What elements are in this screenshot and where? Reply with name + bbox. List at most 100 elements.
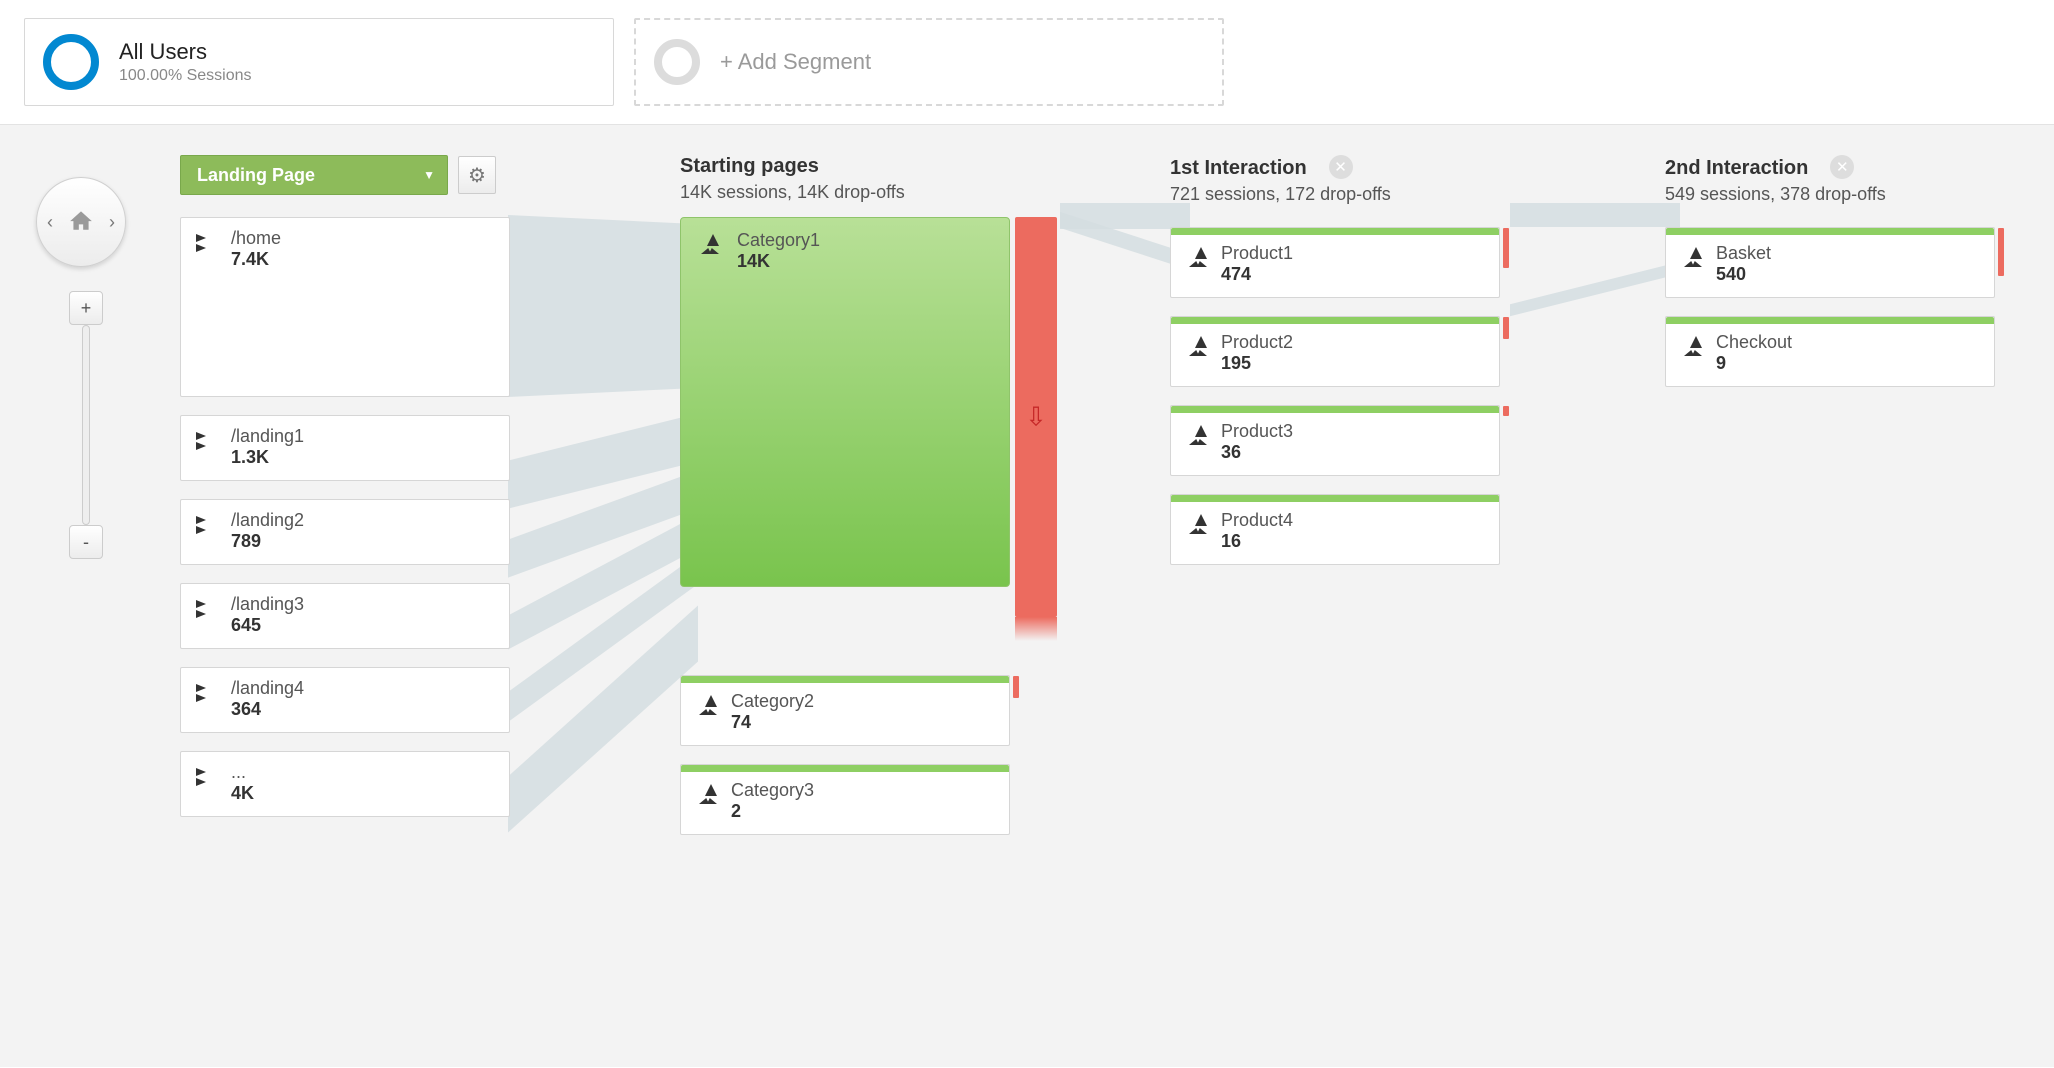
node-label: Category1: [737, 230, 820, 251]
node-label: Checkout: [1716, 332, 1792, 353]
flow-node[interactable]: /landing1 1.3K: [180, 415, 510, 481]
node-value: 789: [231, 531, 304, 552]
node-throughput-bar: [681, 765, 1009, 772]
node-value: 195: [1221, 353, 1293, 374]
nav-next-button[interactable]: ›: [109, 212, 115, 233]
dropoff-bar: [1503, 317, 1509, 339]
home-icon[interactable]: [68, 207, 94, 238]
dropoff-bar: [1503, 228, 1509, 268]
flow-node[interactable]: Product3 36: [1170, 405, 1500, 476]
node-value: 364: [231, 699, 304, 720]
node-throughput-bar: [1171, 228, 1499, 235]
nav-prev-button[interactable]: ‹: [47, 212, 53, 233]
page-icon: [1185, 512, 1211, 538]
flow-node[interactable]: Product2 195: [1170, 316, 1500, 387]
source-icon: [195, 512, 221, 538]
node-label: Basket: [1716, 243, 1771, 264]
dropoff-bar: [1013, 676, 1019, 698]
flow-node[interactable]: /landing2 789: [180, 499, 510, 565]
column-close-button[interactable]: ✕: [1329, 155, 1353, 179]
node-label: ...: [231, 762, 254, 783]
node-value: 474: [1221, 264, 1293, 285]
node-label: /landing3: [231, 594, 304, 615]
page-icon: [695, 782, 721, 808]
flow-node[interactable]: /landing4 364: [180, 667, 510, 733]
node-label: Category2: [731, 691, 814, 712]
segment-bar: All Users 100.00% Sessions + Add Segment: [0, 0, 2054, 125]
node-value: 540: [1716, 264, 1771, 285]
node-value: 9: [1716, 353, 1792, 374]
dropoff-bar: ⇩: [1015, 217, 1057, 617]
source-icon: [195, 428, 221, 454]
column-close-button[interactable]: ✕: [1830, 155, 1854, 179]
dropoff-bar: [1503, 406, 1509, 416]
node-label: Product3: [1221, 421, 1293, 442]
flow-node[interactable]: Checkout 9: [1665, 316, 1995, 387]
node-value: 74: [731, 712, 814, 733]
flow-ribbon: [508, 215, 698, 397]
segment-circle-icon: [43, 34, 99, 90]
column-title: 1st Interaction: [1170, 157, 1307, 179]
node-label: /home: [231, 228, 281, 249]
dropoff-arrow-icon: ⇩: [1025, 402, 1047, 433]
node-label: /landing1: [231, 426, 304, 447]
node-value: 645: [231, 615, 304, 636]
node-value: 4K: [231, 783, 254, 804]
nav-control: ‹ ›: [36, 177, 126, 267]
node-value: 14K: [737, 251, 820, 272]
page-icon: [695, 693, 721, 719]
node-label: Product1: [1221, 243, 1293, 264]
node-label: Category3: [731, 780, 814, 801]
flow-node[interactable]: ... 4K: [180, 751, 510, 817]
source-icon: [195, 764, 221, 790]
segment-all-users[interactable]: All Users 100.00% Sessions: [24, 18, 614, 106]
page-icon: [1185, 334, 1211, 360]
flow-ribbon: [1510, 262, 1680, 316]
flow-node[interactable]: /landing3 645: [180, 583, 510, 649]
flow-node[interactable]: Category3 2: [680, 764, 1010, 835]
node-label: Product2: [1221, 332, 1293, 353]
zoom-slider[interactable]: [82, 325, 90, 525]
column-landing: Landing Page ▼ ⚙ /home 7.4K /landing1 1: [180, 155, 530, 835]
page-icon: [1185, 245, 1211, 271]
dimension-dropdown[interactable]: Landing Page ▼: [180, 155, 448, 195]
node-label: /landing4: [231, 678, 304, 699]
flow-node[interactable]: Product4 16: [1170, 494, 1500, 565]
node-throughput-bar: [1171, 495, 1499, 502]
zoom-in-button[interactable]: +: [69, 291, 103, 325]
flow-node[interactable]: Category2 74: [680, 675, 1010, 746]
flow-node[interactable]: Basket 540: [1665, 227, 1995, 298]
flow-canvas: ‹ › + - Landing Page ▼: [0, 125, 2054, 1067]
add-segment-label: + Add Segment: [720, 49, 871, 75]
node-value: 36: [1221, 442, 1293, 463]
settings-button[interactable]: ⚙: [458, 156, 496, 194]
flow-node[interactable]: /home 7.4K: [180, 217, 510, 397]
segment-subtitle: 100.00% Sessions: [119, 67, 252, 85]
column-title: 2nd Interaction: [1665, 157, 1808, 179]
column-title: Starting pages: [680, 155, 819, 177]
column-subtitle: 549 sessions, 378 drop-offs: [1665, 184, 2015, 205]
column-subtitle: 14K sessions, 14K drop-offs: [680, 182, 1030, 203]
flow-ribbon: [1510, 203, 1680, 227]
page-icon: [1680, 334, 1706, 360]
add-segment-button[interactable]: + Add Segment: [634, 18, 1224, 106]
source-icon: [195, 596, 221, 622]
node-throughput-bar: [1666, 228, 1994, 235]
column-starting-pages: Starting pages 14K sessions, 14K drop-of…: [680, 155, 1030, 203]
node-value: 7.4K: [231, 249, 281, 270]
page-icon: [697, 232, 723, 258]
node-throughput-bar: [1666, 317, 1994, 324]
page-icon: [1680, 245, 1706, 271]
flow-node[interactable]: Product1 474: [1170, 227, 1500, 298]
segment-title: All Users: [119, 39, 252, 65]
flow-node-category1[interactable]: Category1 14K: [680, 217, 1010, 587]
source-icon: [195, 680, 221, 706]
node-value: 1.3K: [231, 447, 304, 468]
node-label: Product4: [1221, 510, 1293, 531]
column-subtitle: 721 sessions, 172 drop-offs: [1170, 184, 1520, 205]
gear-icon: ⚙: [468, 163, 486, 188]
node-value: 16: [1221, 531, 1293, 552]
zoom-out-button[interactable]: -: [69, 525, 103, 559]
column-second-interaction: 2nd Interaction ✕ 549 sessions, 378 drop…: [1665, 155, 2015, 405]
source-icon: [195, 230, 221, 256]
